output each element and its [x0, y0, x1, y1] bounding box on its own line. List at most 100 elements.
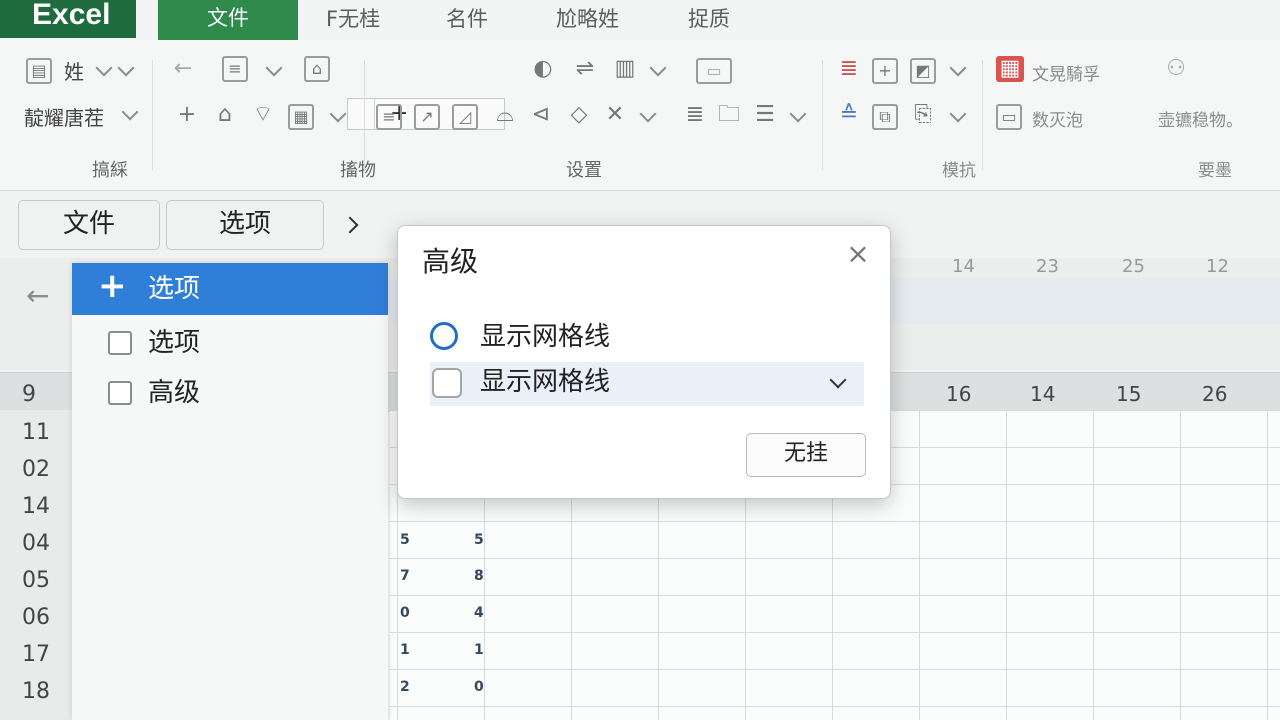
app-logo: Excel: [0, 0, 136, 38]
cell-value[interactable]: 1: [474, 642, 484, 658]
chart-icon[interactable]: ▥: [612, 56, 638, 82]
chevron-down-icon[interactable]: [265, 59, 283, 77]
menu-checkbox[interactable]: [108, 331, 132, 355]
gridlines-radio-option[interactable]: 显示网格线: [430, 317, 864, 361]
ribbon: ▤ 姓 靛耀唐茬 搞綵 ← ≡ ⌂ + + ⌂ ⌔ ▦ 搐物 ◐ ⇌ ▥ ▭ ≡…: [0, 40, 1280, 191]
row-header[interactable]: 9: [22, 382, 36, 407]
group-label-1: 搞綵: [92, 160, 128, 181]
fill-icon[interactable]: ≙: [836, 102, 862, 128]
ribbon-tab-bar: Excel 文件 F无桂 名件 尬略姓 捉质: [0, 0, 1280, 41]
gridlines-checkbox-option[interactable]: 显示网格线: [430, 362, 864, 406]
column-header: 14: [952, 256, 975, 277]
doc-icon[interactable]: ▦: [996, 56, 1024, 82]
users-icon[interactable]: ⚇: [1156, 56, 1196, 82]
row-header[interactable]: 14: [22, 494, 50, 519]
row-header[interactable]: 11: [22, 420, 50, 445]
cell-value[interactable]: 2: [400, 679, 410, 695]
dialog-button[interactable]: 无挂: [746, 433, 866, 477]
sort-icon[interactable]: ◇: [566, 102, 592, 128]
row-header[interactable]: 06: [22, 605, 50, 630]
advanced-dialog: 高级 × 显示网格线 显示网格线 无挂: [397, 225, 891, 499]
column-header[interactable]: 16: [946, 382, 971, 406]
edit-icon[interactable]: ↗: [414, 104, 440, 130]
add-icon[interactable]: +: [174, 102, 200, 128]
clear-icon[interactable]: ✕: [602, 102, 628, 128]
combo-dropdown[interactable]: [348, 99, 375, 129]
ribbon-row1-label[interactable]: 姓: [64, 56, 84, 85]
paste-icon[interactable]: ⎘: [910, 102, 936, 128]
menu-checkbox[interactable]: [108, 381, 132, 405]
menu-item-options-selected[interactable]: + 选项: [72, 263, 388, 315]
textbox-icon[interactable]: ▭: [696, 58, 732, 84]
chevron-right-icon[interactable]: [341, 216, 359, 234]
chevron-down-icon[interactable]: [949, 105, 967, 123]
insert-icon[interactable]: +: [872, 58, 898, 84]
radio-button[interactable]: [430, 322, 458, 350]
tab-5[interactable]: 捉质: [688, 4, 730, 36]
tab-4[interactable]: 尬略姓: [556, 4, 619, 36]
column-header: 23: [1036, 256, 1059, 277]
table-icon[interactable]: ☰: [752, 102, 778, 128]
cell-value[interactable]: 4: [474, 605, 484, 621]
chevron-down-icon[interactable]: [649, 59, 667, 77]
close-icon[interactable]: ×: [844, 240, 872, 268]
ribbon-text-b[interactable]: 数灭泡: [1032, 106, 1083, 131]
chevron-down-icon[interactable]: [949, 59, 967, 77]
list-icon[interactable]: ≣: [682, 102, 708, 128]
row-header[interactable]: 05: [22, 568, 50, 593]
border-icon[interactable]: ≡: [376, 104, 402, 130]
undo-icon[interactable]: ←: [170, 56, 196, 82]
cell-value[interactable]: 1: [400, 642, 410, 658]
ribbon-text-c[interactable]: 壶镳稳物。: [1158, 106, 1243, 131]
column-header[interactable]: 15: [1116, 382, 1141, 406]
row-header[interactable]: 02: [22, 457, 50, 482]
folder-icon[interactable]: 🗀: [716, 102, 742, 128]
back-arrow-icon[interactable]: ←: [26, 282, 49, 310]
select-icon[interactable]: ◩: [910, 58, 936, 84]
tab-file[interactable]: 文件: [158, 0, 298, 40]
paint-icon[interactable]: ⌂: [304, 56, 330, 82]
cell-value[interactable]: 0: [400, 605, 410, 621]
column-header[interactable]: 14: [1030, 382, 1055, 406]
grid-icon[interactable]: ▦: [288, 104, 314, 130]
chevron-down-icon[interactable]: [639, 105, 657, 123]
chevron-down-icon[interactable]: [829, 371, 847, 389]
chevron-down-icon[interactable]: [117, 59, 135, 77]
file-button[interactable]: 文件: [18, 200, 160, 250]
group-label-2: 搐物: [340, 160, 376, 181]
chevron-down-icon[interactable]: [789, 105, 807, 123]
format-icon[interactable]: ≡: [222, 56, 248, 82]
wrap-icon[interactable]: ⌓: [492, 102, 518, 128]
cell-value[interactable]: 8: [474, 568, 484, 584]
cell-value[interactable]: 5: [474, 532, 484, 548]
resize-icon[interactable]: ◿: [452, 104, 478, 130]
shape-icon[interactable]: ◐: [530, 56, 556, 82]
row-header[interactable]: 17: [22, 642, 50, 667]
window-icon[interactable]: ▭: [996, 104, 1022, 130]
row-header[interactable]: 18: [22, 679, 50, 704]
tab-2[interactable]: F无桂: [326, 4, 380, 36]
column-header[interactable]: 26: [1202, 382, 1227, 406]
ribbon-text-a[interactable]: 文晃騎孚: [1032, 60, 1100, 85]
cell-value[interactable]: 7: [400, 568, 410, 584]
chevron-down-icon[interactable]: [329, 105, 347, 123]
layers-icon[interactable]: ⌔: [250, 102, 276, 128]
ribbon-row2-label[interactable]: 靛耀唐茬: [24, 102, 104, 131]
chevron-down-icon[interactable]: [95, 59, 113, 77]
align-icon[interactable]: ⇌: [572, 56, 598, 82]
merge-icon[interactable]: ⊲: [528, 102, 554, 128]
row-header[interactable]: 04: [22, 531, 50, 556]
rows-icon[interactable]: ≣: [836, 56, 862, 82]
sheet-icon[interactable]: ▤: [26, 58, 52, 84]
chevron-down-icon[interactable]: [121, 103, 139, 121]
menu-item-advanced[interactable]: 高级: [72, 369, 388, 417]
tab-3[interactable]: 名件: [446, 4, 488, 36]
option-label: 显示网格线: [480, 367, 611, 397]
cell-value[interactable]: 0: [474, 679, 484, 695]
menu-item-options[interactable]: 选项: [72, 319, 388, 367]
options-button[interactable]: 选项: [166, 200, 324, 250]
home-icon[interactable]: ⌂: [212, 102, 238, 128]
copy-icon[interactable]: ⧉: [872, 104, 898, 130]
cell-value[interactable]: 5: [400, 532, 410, 548]
checkbox[interactable]: [432, 368, 462, 398]
